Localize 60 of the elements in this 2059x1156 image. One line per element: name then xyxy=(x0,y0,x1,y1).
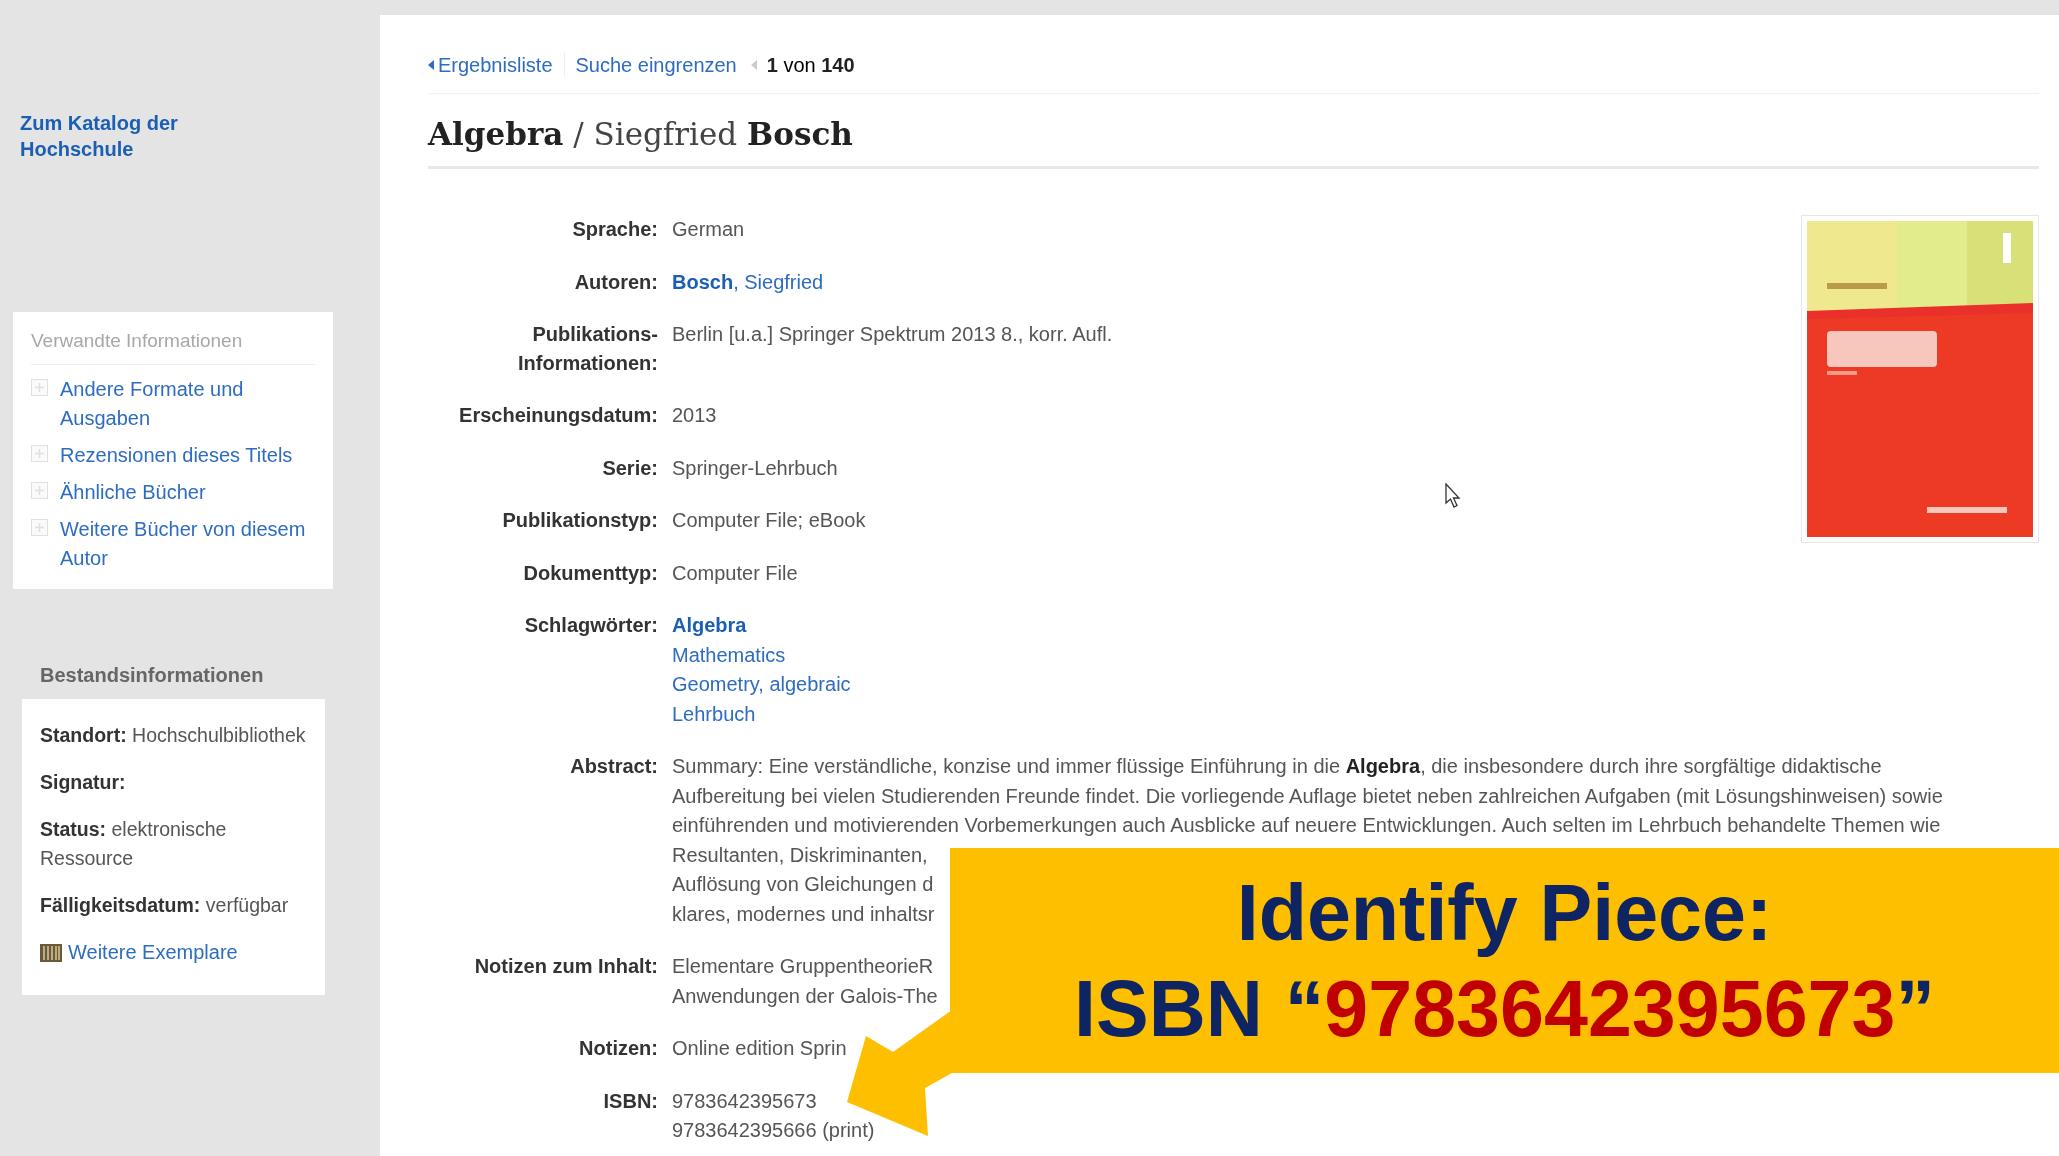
field-value: German xyxy=(672,217,745,242)
field-value: Computer File; eBook xyxy=(672,508,866,533)
copies-link[interactable]: Weitere Exemplare xyxy=(68,938,238,967)
catalog-link[interactable]: Zum Katalog der Hochschule xyxy=(20,110,250,162)
field-label: Autoren: xyxy=(573,269,659,295)
field-value: Berlin [u.a.] Springer Spektrum 2013 8., korr. Aufl. xyxy=(672,322,1113,347)
subject-link[interactable]: Bosch, Siegfried xyxy=(672,267,824,297)
field-label: Abstract: xyxy=(569,754,659,779)
plus-box-icon xyxy=(31,445,48,462)
field-label: Publikationstyp: xyxy=(501,508,659,533)
related-link[interactable]: Rezensionen dieses Titels xyxy=(60,441,293,470)
plus-box-icon xyxy=(31,379,48,396)
caret-icon xyxy=(428,60,434,70)
cursor-icon xyxy=(1445,483,1461,509)
subject-link[interactable]: Lehrbuch xyxy=(672,699,756,729)
subject-link[interactable]: Geometry, algebraic xyxy=(672,670,851,700)
section-heading: Bestandsinformationen xyxy=(40,664,265,687)
related-link[interactable]: Weitere Bücher von diesem Autor xyxy=(60,515,315,573)
related-link[interactable]: Ähnliche Bücher xyxy=(60,478,206,507)
holding-info: Standort: Hochschulbibliothek xyxy=(40,723,307,748)
plus-box-icon xyxy=(31,519,48,536)
books-icon xyxy=(40,943,62,962)
field-value: klares, modernes und inhaltsr xyxy=(672,901,935,927)
related-link[interactable]: Andere Formate und Ausgaben xyxy=(60,375,315,433)
previous-icon[interactable] xyxy=(750,60,757,70)
holding-info: Status: elektronische Ressource xyxy=(40,817,228,871)
field-label: Sprache: xyxy=(571,217,659,242)
field-value: Online edition Sprin xyxy=(672,1036,847,1061)
field-value: einführenden und motivierenden Vorbemerkungen auch Ausblicke auf neuere Entwicklungen. Auch selten im Lehrbuch behandelte Themen wie xyxy=(672,813,1941,838)
subject-link[interactable]: Mathematics xyxy=(672,640,786,670)
back-link[interactable]: Ergebnisliste xyxy=(428,53,553,77)
callout-text: ISBN “9783642395673” xyxy=(1074,962,1935,1055)
subject-link[interactable]: Algebra xyxy=(672,611,747,641)
field-value: 9783642395666 (print) xyxy=(672,1118,875,1143)
field-value: Auflösung von Gleichungen d xyxy=(672,872,934,897)
plus-box-icon xyxy=(31,482,48,499)
callout-heading: Identify Piece: xyxy=(1236,866,1773,959)
field-value: Resultanten, Diskriminanten, xyxy=(672,842,928,868)
field-label: ISBN: xyxy=(602,1088,659,1114)
holding-info: Fälligkeitsdatum: verfügbar xyxy=(40,893,290,918)
field-label: Schlagwörter: xyxy=(523,613,659,638)
field-value: 9783642395673 xyxy=(672,1088,817,1114)
result-position: 1 von 140 xyxy=(766,53,855,77)
field-label: Erscheinungsdatum: xyxy=(458,403,659,428)
field-label: Notizen: xyxy=(578,1036,659,1061)
field-label: Serie: xyxy=(601,455,659,481)
holding-info: Signatur: xyxy=(40,770,127,795)
refine-link[interactable]: Suche eingrenzen xyxy=(575,53,737,77)
field-label: Publikations-Informationen: xyxy=(517,322,659,376)
field-label: Dokumenttyp: xyxy=(522,560,659,586)
field-label: Notizen zum Inhalt: xyxy=(473,954,659,979)
field-value: Elementare GruppentheorieR xyxy=(672,954,934,979)
field-value: Summary: Eine verständliche, konzise und immer flüssige Einführung in die Algebra, die insbesondere durch ihre sorgfältige didaktische xyxy=(672,754,1882,779)
field-value: Springer-Lehrbuch xyxy=(672,455,838,481)
record-title: Algebra / Siegfried Bosch xyxy=(428,94,2039,169)
field-value: Aufbereitung bei vielen Studierenden Freunde findet. Die vorliegende Auflage bietet neben zahlreichen Aufgaben (mit Lösungshinweisen) sowie xyxy=(672,783,1943,809)
panel-heading: Verwandte Informationen xyxy=(31,330,315,365)
field-value: Computer File xyxy=(672,560,798,586)
field-value: 2013 xyxy=(672,403,717,428)
field-value: Anwendungen der Galois-The xyxy=(672,983,938,1009)
